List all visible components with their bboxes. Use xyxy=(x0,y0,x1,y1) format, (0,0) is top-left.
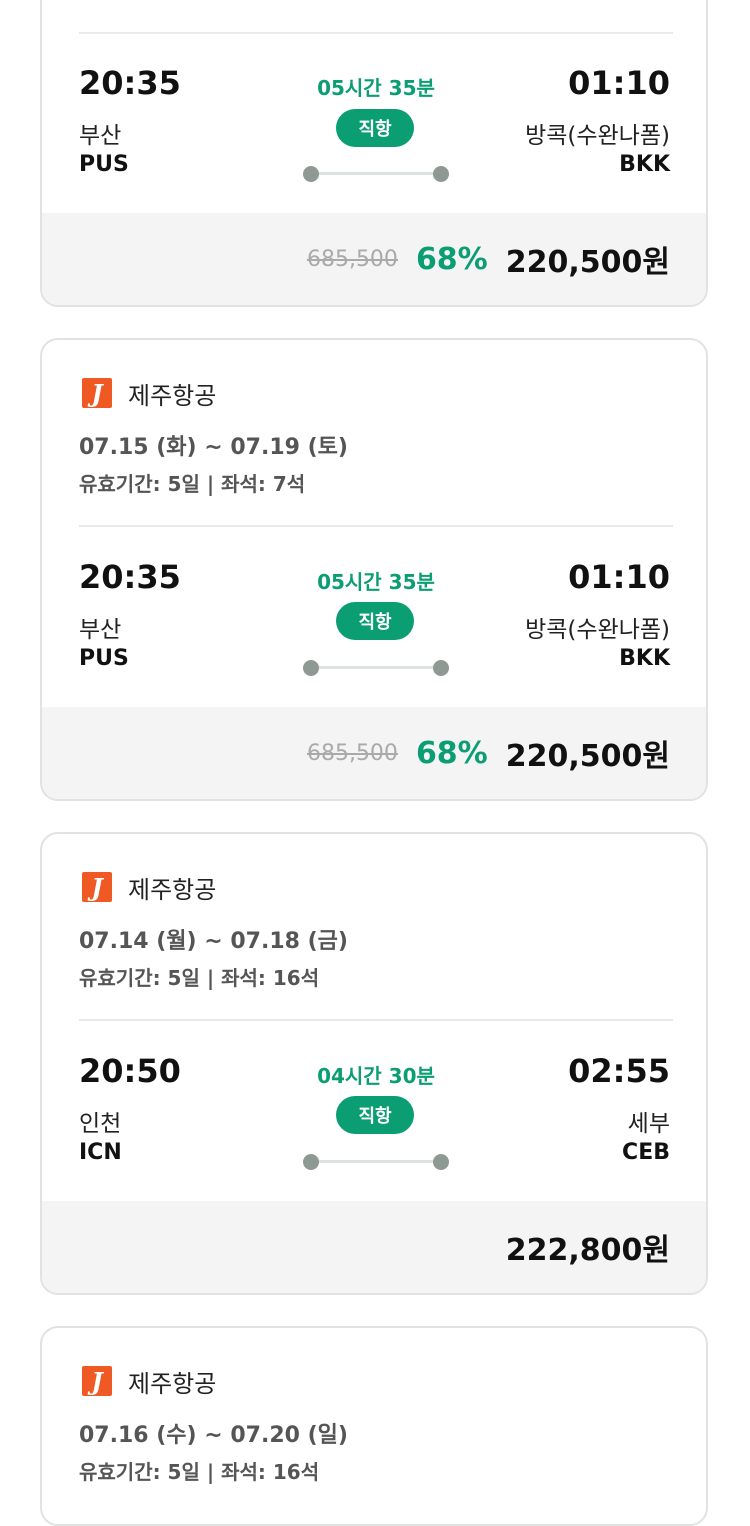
route-start-dot xyxy=(303,166,319,182)
route-start-dot xyxy=(303,1154,319,1170)
arrival-code: BKK xyxy=(619,152,670,177)
price-bar: 685,500 68% 220,500원 xyxy=(42,707,706,799)
sale-price: 222,800원 xyxy=(505,1233,670,1268)
route-line xyxy=(310,172,440,175)
route-line xyxy=(310,1160,440,1163)
flight-duration: 05시간 35분 xyxy=(317,76,435,100)
discount-rate: 68% xyxy=(415,735,488,771)
original-price: 685,500 xyxy=(306,246,398,272)
flight-duration: 05시간 35분 xyxy=(317,570,435,594)
divider xyxy=(79,525,673,527)
price-bar: 222,800원 xyxy=(42,1201,706,1293)
price-bar: 685,500 68% 220,500원 xyxy=(42,213,706,305)
jeju-air-logo-icon: J xyxy=(82,378,112,408)
departure-time: 20:35 xyxy=(79,558,181,596)
flight-card[interactable]: J 제주항공 07.14 (월) ~ 07.18 (금) 유효기간: 5일 | … xyxy=(40,832,708,1295)
arrival-time: 01:10 xyxy=(568,558,670,596)
original-price: 685,500 xyxy=(306,740,398,766)
flight-card[interactable]: 20:35 부산 PUS 05시간 35분 직항 01:10 방콕(수완나폼) … xyxy=(40,0,708,307)
validity-seats: 유효기간: 5일 | 좌석: 16석 xyxy=(79,1460,320,1484)
airline-row: J 제주항공 xyxy=(82,1365,217,1398)
airline-name: 제주항공 xyxy=(128,875,217,904)
departure-time: 20:35 xyxy=(79,64,181,102)
arrival-time: 02:55 xyxy=(568,1052,670,1090)
arrival-city: 방콕(수완나폼) xyxy=(525,123,670,149)
departure-city: 부산 xyxy=(79,617,122,643)
departure-code: ICN xyxy=(79,1140,122,1165)
arrival-city: 방콕(수완나폼) xyxy=(525,617,670,643)
validity-seats: 유효기간: 5일 | 좌석: 7석 xyxy=(79,472,306,496)
airline-name: 제주항공 xyxy=(128,381,217,410)
flight-duration: 04시간 30분 xyxy=(317,1064,435,1088)
flight-card[interactable]: J 제주항공 07.16 (수) ~ 07.20 (일) 유효기간: 5일 | … xyxy=(40,1326,708,1526)
arrival-city: 세부 xyxy=(627,1111,670,1137)
route-end-dot xyxy=(433,660,449,676)
direct-badge: 직항 xyxy=(336,1096,414,1134)
airline-name: 제주항공 xyxy=(128,1369,217,1398)
departure-city: 인천 xyxy=(79,1111,122,1137)
departure-code: PUS xyxy=(79,152,129,177)
travel-dates: 07.16 (수) ~ 07.20 (일) xyxy=(79,1423,348,1448)
direct-badge: 직항 xyxy=(336,602,414,640)
route-end-dot xyxy=(433,166,449,182)
airline-row: J 제주항공 xyxy=(82,377,217,410)
jeju-air-logo-icon: J xyxy=(82,872,112,902)
route-line xyxy=(310,666,440,669)
travel-dates: 07.15 (화) ~ 07.19 (토) xyxy=(79,435,348,460)
divider xyxy=(79,1019,673,1021)
sale-price: 220,500원 xyxy=(505,739,670,774)
route-end-dot xyxy=(433,1154,449,1170)
departure-code: PUS xyxy=(79,646,129,671)
direct-badge: 직항 xyxy=(336,109,414,147)
validity-seats: 유효기간: 5일 | 좌석: 16석 xyxy=(79,966,320,990)
route-start-dot xyxy=(303,660,319,676)
flight-card[interactable]: J 제주항공 07.15 (화) ~ 07.19 (토) 유효기간: 5일 | … xyxy=(40,338,708,801)
divider xyxy=(79,32,673,34)
sale-price: 220,500원 xyxy=(505,245,670,280)
jeju-air-logo-icon: J xyxy=(82,1366,112,1396)
travel-dates: 07.14 (월) ~ 07.18 (금) xyxy=(79,929,348,954)
departure-city: 부산 xyxy=(79,123,122,149)
arrival-time: 01:10 xyxy=(568,64,670,102)
arrival-code: CEB xyxy=(622,1140,670,1165)
arrival-code: BKK xyxy=(619,646,670,671)
departure-time: 20:50 xyxy=(79,1052,181,1090)
discount-rate: 68% xyxy=(415,241,488,277)
airline-row: J 제주항공 xyxy=(82,871,217,904)
